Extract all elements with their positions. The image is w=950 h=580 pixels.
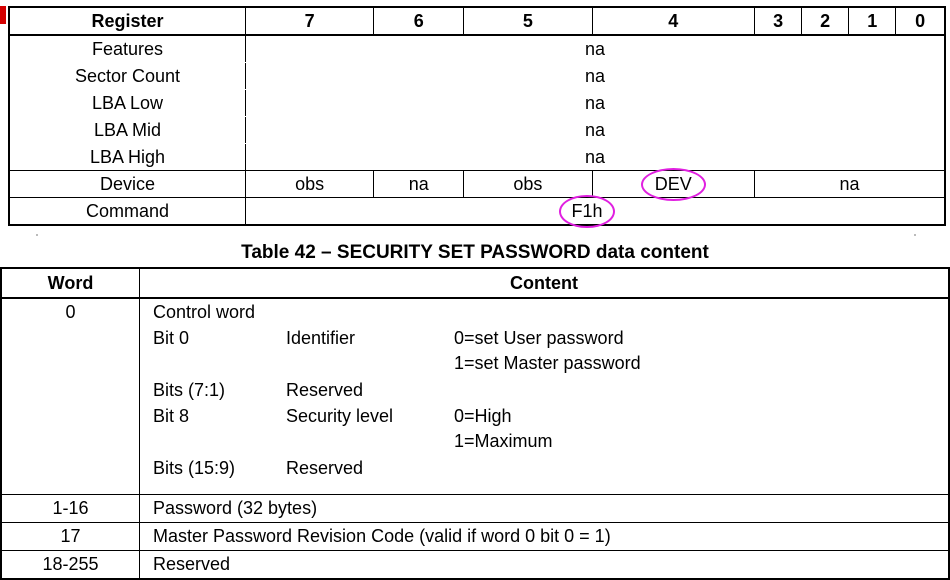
register-row-lba-high: LBA High na (8, 143, 946, 171)
header-content: Content (139, 267, 950, 299)
register-name: Device (8, 170, 246, 198)
content-cell: Reserved (139, 550, 950, 580)
register-value: na (245, 116, 946, 144)
device-bit-4: DEV (591, 167, 756, 201)
bits159-field: Reserved (286, 458, 364, 478)
word-cell: 1-16 (0, 494, 140, 523)
data-row-1-16: 1-16 Password (32 bytes) (0, 494, 950, 523)
bits159-label: Bits (15:9) (153, 458, 236, 478)
scan-dot (914, 234, 916, 236)
register-value: na (245, 143, 946, 171)
header-bit-2: 2 (801, 6, 850, 36)
register-name: LBA Low (8, 89, 246, 117)
word-cell: 0 (0, 297, 140, 495)
data-row-18-255: 18-255 Reserved (0, 550, 950, 580)
register-value: na (245, 62, 946, 90)
register-row-sector-count: Sector Count na (8, 62, 946, 90)
dev-highlight: DEV (640, 167, 706, 201)
device-bit-7: obs (244, 170, 375, 198)
device-bits-3-0: na (754, 170, 946, 198)
register-name: LBA High (8, 143, 246, 171)
control-word-cell: Control word Bit 0 Identifier 0=set User… (139, 297, 950, 495)
register-row-lba-mid: LBA Mid na (8, 116, 946, 144)
table-caption: Table 42 – SECURITY SET PASSWORD data co… (241, 242, 709, 263)
header-bit-1: 1 (848, 6, 897, 36)
bit0-field: Identifier (286, 328, 356, 348)
scan-dot (36, 234, 38, 236)
bit0-label: Bit 0 (153, 328, 190, 348)
register-value: na (245, 89, 946, 117)
highlight-ring (640, 167, 706, 201)
data-content-table: Word Content 0 Control word Bit 0 Identi… (0, 267, 950, 580)
header-word: Word (0, 267, 140, 299)
bit8-value-1: 1=Maximum (454, 431, 553, 451)
data-row-17: 17 Master Password Revision Code (valid … (0, 522, 950, 551)
command-highlight: F1h (559, 194, 615, 228)
header-register: Register (8, 6, 246, 36)
header-bit-3: 3 (754, 6, 803, 36)
control-word-title: Control word (153, 302, 256, 322)
device-bit-5: obs (463, 170, 593, 198)
bits71-field: Reserved (286, 380, 364, 400)
register-row-lba-low: LBA Low na (8, 89, 946, 117)
header-bit-6: 6 (373, 6, 465, 36)
register-name: Command (8, 197, 246, 225)
bits71-label: Bits (7:1) (153, 380, 226, 400)
register-header-row: Register 7 6 5 4 3 2 1 0 (8, 6, 946, 36)
page-edge-marker (0, 6, 6, 24)
header-bit-7: 7 (244, 6, 375, 36)
bit8-label: Bit 8 (153, 406, 190, 426)
register-table: Register 7 6 5 4 3 2 1 0 Features na Sec… (8, 6, 946, 228)
content-cell: Master Password Revision Code (valid if … (139, 522, 950, 551)
word-cell: 18-255 (0, 550, 140, 580)
data-header-row: Word Content (0, 267, 950, 299)
register-name: Features (8, 34, 246, 63)
bit8-field: Security level (286, 406, 394, 426)
bit8-value-0: 0=High (454, 406, 512, 426)
register-row-device: Device obs na obs DEV na (8, 167, 946, 201)
register-value: na (245, 34, 946, 63)
register-row-command: Command F1h (8, 194, 946, 228)
highlight-ring (559, 194, 615, 228)
device-bit-6: na (373, 170, 465, 198)
content-cell: Password (32 bytes) (139, 494, 950, 523)
register-name: LBA Mid (8, 116, 246, 144)
header-bit-4: 4 (591, 6, 756, 36)
bit0-value-1: 1=set Master password (454, 353, 641, 373)
command-value: F1h (245, 194, 946, 228)
bit0-value-0: 0=set User password (454, 328, 624, 348)
register-row-features: Features na (8, 34, 946, 63)
register-name: Sector Count (8, 62, 246, 90)
word-cell: 17 (0, 522, 140, 551)
header-bit-0: 0 (895, 6, 946, 36)
data-row-0: 0 Control word Bit 0 Identifier 0=set Us… (0, 297, 950, 495)
header-bit-5: 5 (463, 6, 593, 36)
